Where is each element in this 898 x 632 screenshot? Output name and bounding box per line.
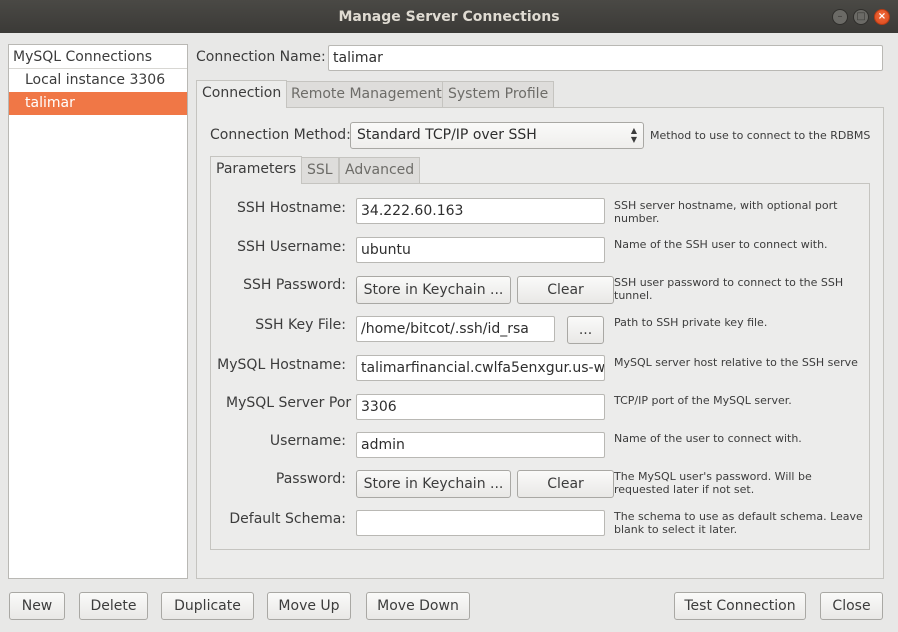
ssh-store-keychain-button[interactable]: Store in Keychain ... <box>356 276 511 304</box>
connection-name-input[interactable]: talimar <box>328 45 883 71</box>
ssh-hostname-help: SSH server hostname, with optional port … <box>614 199 838 225</box>
mysql-hostname-label: MySQL Hostname: <box>217 357 346 373</box>
password-help: The MySQL user's password. Will be reque… <box>614 470 812 496</box>
default-schema-input[interactable] <box>356 510 605 536</box>
ssh-clear-button[interactable]: Clear <box>517 276 614 304</box>
list-item-selected[interactable]: talimar <box>9 92 187 115</box>
maximize-icon[interactable]: □ <box>853 9 869 25</box>
title-bar: Manage Server Connections <box>0 0 898 33</box>
ssh-hostname-input[interactable]: 34.222.60.163 <box>356 198 605 224</box>
tab-connection[interactable]: Connection <box>196 80 288 108</box>
minimize-icon[interactable]: – <box>832 9 848 25</box>
list-item[interactable]: Local instance 3306 <box>9 69 187 92</box>
mysql-port-help: TCP/IP port of the MySQL server. <box>614 394 792 407</box>
tab-advanced[interactable]: Advanced <box>339 157 421 184</box>
connection-name-label: Connection Name: <box>196 49 326 65</box>
username-label: Username: <box>269 433 346 449</box>
mysql-hostname-input[interactable]: talimarfinancial.cwlfa5enxgur.us-west <box>356 355 605 381</box>
ssh-keyfile-label: SSH Key File: <box>255 317 346 333</box>
ssh-password-help: SSH user password to connect to the SSH … <box>614 276 844 302</box>
new-button[interactable]: New <box>9 592 65 620</box>
ssh-keyfile-help: Path to SSH private key file. <box>614 316 768 329</box>
mysql-hostname-help: MySQL server host relative to the SSH se… <box>614 356 858 369</box>
mysql-port-label: MySQL Server Por <box>226 395 352 411</box>
default-schema-help: The schema to use as default schema. Lea… <box>614 510 863 536</box>
tab-remote-management[interactable]: Remote Management <box>285 81 448 108</box>
password-label: Password: <box>275 471 346 487</box>
password-clear-button[interactable]: Clear <box>517 470 614 498</box>
window-title: Manage Server Connections <box>338 8 560 25</box>
ssh-username-help: Name of the SSH user to connect with. <box>614 238 828 251</box>
username-help: Name of the user to connect with. <box>614 432 802 445</box>
list-header: MySQL Connections <box>9 45 187 69</box>
close-button[interactable]: Close <box>820 592 883 620</box>
close-icon[interactable]: × <box>874 9 890 25</box>
duplicate-button[interactable]: Duplicate <box>161 592 254 620</box>
store-keychain-button[interactable]: Store in Keychain ... <box>356 470 511 498</box>
ssh-username-input[interactable]: ubuntu <box>356 237 605 263</box>
ssh-keyfile-input[interactable]: /home/bitcot/.ssh/id_rsa <box>356 316 555 342</box>
default-schema-label: Default Schema: <box>229 511 346 527</box>
username-input[interactable]: admin <box>356 432 605 458</box>
mysql-port-input[interactable]: 3306 <box>356 394 605 420</box>
browse-keyfile-button[interactable]: ... <box>567 316 604 344</box>
connections-list: MySQL Connections Local instance 3306 ta… <box>8 44 188 579</box>
select-arrows-icon: ▲ ▼ <box>630 126 637 144</box>
connection-method-label: Connection Method: <box>210 127 351 143</box>
connection-method-help: Method to use to connect to the RDBMS <box>650 129 871 142</box>
delete-button[interactable]: Delete <box>79 592 148 620</box>
move-up-button[interactable]: Move Up <box>267 592 351 620</box>
move-down-button[interactable]: Move Down <box>366 592 470 620</box>
tab-parameters[interactable]: Parameters <box>210 156 303 184</box>
ssh-password-label: SSH Password: <box>243 277 346 293</box>
tab-system-profile[interactable]: System Profile <box>442 81 555 108</box>
connection-method-select[interactable]: Standard TCP/IP over SSH ▲ ▼ <box>350 122 644 149</box>
test-connection-button[interactable]: Test Connection <box>674 592 806 620</box>
connection-method-value: Standard TCP/IP over SSH <box>357 127 537 143</box>
ssh-hostname-label: SSH Hostname: <box>236 200 346 216</box>
ssh-username-label: SSH Username: <box>237 239 346 255</box>
tab-ssl[interactable]: SSL <box>301 157 339 184</box>
